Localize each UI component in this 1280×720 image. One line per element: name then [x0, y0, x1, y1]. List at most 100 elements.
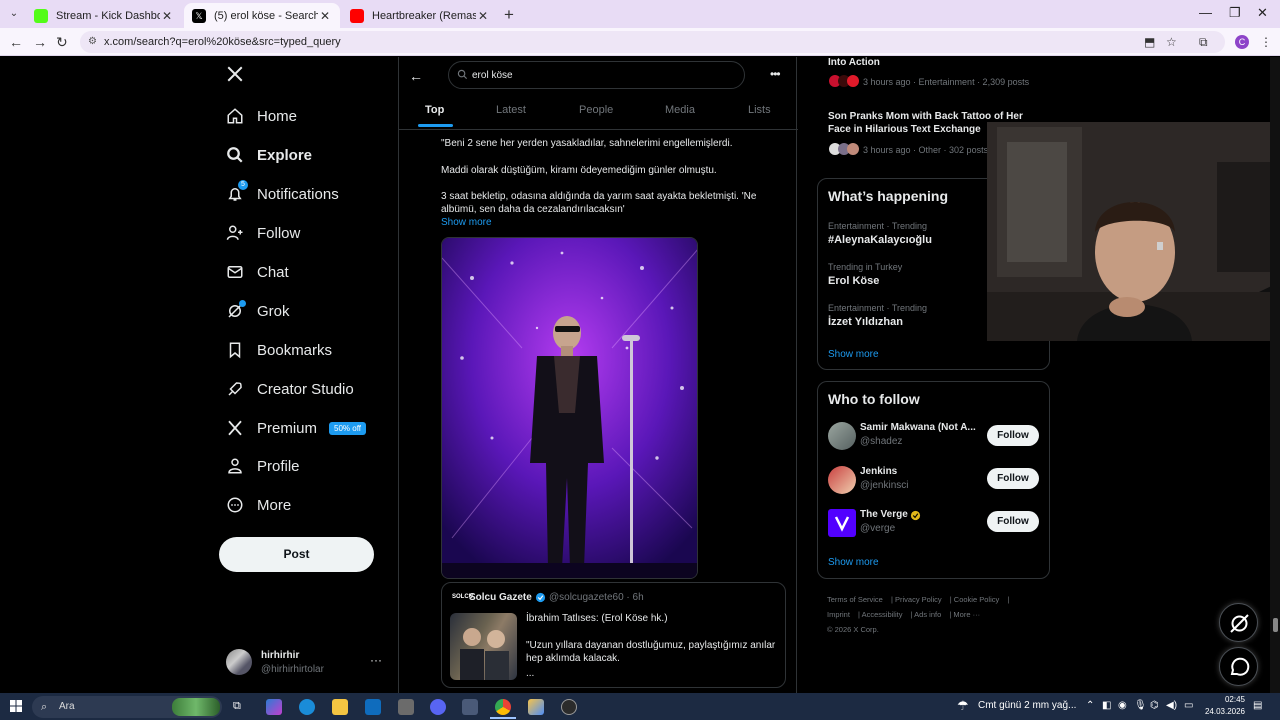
home-icon: [226, 107, 244, 125]
restore-button[interactable]: ❐: [1229, 5, 1241, 21]
post-button[interactable]: Post: [219, 537, 374, 572]
tab-close-icon[interactable]: ✕: [476, 9, 490, 23]
taskbar-search-input[interactable]: ⌕ Ara: [32, 696, 222, 718]
footer-link-ads-info[interactable]: Ads info: [914, 610, 941, 619]
follow-button[interactable]: Follow: [987, 425, 1039, 446]
copilot-app-icon[interactable]: [266, 699, 282, 715]
quote-author-name[interactable]: Solcu Gazete: [469, 592, 532, 603]
footer-link-more[interactable]: More ···: [953, 610, 980, 619]
bookmark-star-icon[interactable]: ☆: [1166, 35, 1177, 49]
sidebar-item-grok[interactable]: Grok: [226, 298, 290, 324]
reload-button[interactable]: ↻: [56, 34, 68, 51]
volume-icon[interactable]: ◀): [1166, 700, 1177, 711]
address-bar[interactable]: ⚙ x.com/search?q=erol%20köse&src=typed_q…: [80, 31, 1225, 53]
follow-button[interactable]: Follow: [987, 511, 1039, 532]
notification-center-icon[interactable]: ▤: [1253, 700, 1262, 711]
tray-chevron-icon[interactable]: ⌃: [1086, 700, 1094, 711]
footer-link-privacy[interactable]: Privacy Policy: [895, 595, 942, 604]
browser-menu-icon[interactable]: ⋮: [1260, 35, 1272, 49]
avatar[interactable]: [828, 422, 856, 450]
task-view-icon[interactable]: ⧉: [233, 700, 241, 713]
trend-name[interactable]: İzzet Yıldızhan: [828, 316, 903, 328]
tweet-photo[interactable]: [441, 237, 698, 579]
chrome-app-icon[interactable]: [495, 699, 511, 715]
minimize-button[interactable]: —: [1199, 5, 1212, 20]
follow-button[interactable]: Follow: [987, 468, 1039, 489]
back-button[interactable]: ←: [9, 34, 23, 50]
tray-app-icon[interactable]: ◧: [1102, 700, 1111, 711]
tray-app-icon[interactable]: ◉: [1118, 700, 1127, 711]
file-explorer-app-icon[interactable]: [332, 699, 348, 715]
sidebar-item-home[interactable]: Home: [226, 103, 297, 129]
sidebar-item-bookmarks[interactable]: Bookmarks: [226, 337, 332, 363]
sidebar-item-follow[interactable]: Follow: [226, 220, 300, 246]
weather-text[interactable]: Cmt günü 2 mm yağ...: [978, 700, 1076, 711]
page-scrollbar[interactable]: [1270, 57, 1280, 693]
sidebar-item-premium[interactable]: Premium 50% off: [226, 415, 366, 441]
sidebar-item-profile[interactable]: Profile: [226, 453, 300, 479]
trend-name[interactable]: Erol Köse: [828, 275, 879, 287]
show-more-link[interactable]: Show more: [441, 217, 492, 228]
news-title[interactable]: Into Action: [828, 57, 1038, 69]
discord-app-icon[interactable]: [430, 699, 446, 715]
verge-avatar[interactable]: [828, 509, 856, 537]
x-logo-icon[interactable]: [226, 65, 244, 83]
browser-profile-avatar[interactable]: C: [1235, 35, 1249, 49]
sidebar-item-explore[interactable]: Explore: [226, 142, 312, 168]
windows-start-icon[interactable]: [10, 700, 22, 712]
browser-tab-youtube[interactable]: Heartbreaker (Remastered) - Yo ✕: [342, 3, 498, 28]
tab-search-chevron-icon[interactable]: ⌄: [6, 6, 22, 22]
edge-app-icon[interactable]: [299, 699, 315, 715]
grok-floating-button[interactable]: [1219, 603, 1258, 642]
footer-link-terms[interactable]: Terms of Service: [827, 595, 883, 604]
tab-close-icon[interactable]: ✕: [160, 9, 174, 23]
store-app-icon[interactable]: [398, 699, 414, 715]
back-arrow-icon[interactable]: ←: [409, 68, 423, 84]
microphone-icon[interactable]: 🎙: [1134, 700, 1147, 711]
tab-top[interactable]: Top: [425, 104, 444, 116]
tab-close-icon[interactable]: ✕: [318, 9, 332, 23]
install-app-icon[interactable]: ⬒: [1144, 35, 1155, 49]
network-icon[interactable]: ⌬: [1150, 700, 1159, 711]
settings-app-icon[interactable]: [462, 699, 478, 715]
footer-link-accessibility[interactable]: Accessibility: [862, 610, 903, 619]
outlook-app-icon[interactable]: [365, 699, 381, 715]
close-window-button[interactable]: ✕: [1257, 5, 1268, 21]
tab-latest[interactable]: Latest: [496, 104, 526, 116]
taskbar-clock[interactable]: 02:45 24.03.2026: [1199, 694, 1245, 718]
sidebar-item-notifications[interactable]: 5 Notifications: [226, 180, 339, 207]
sidebar-item-label: Home: [257, 107, 298, 125]
messages-floating-button[interactable]: [1219, 647, 1258, 686]
sidebar-item-more[interactable]: More: [226, 492, 291, 518]
tab-media[interactable]: Media: [665, 104, 695, 116]
browser-tab-x-search[interactable]: 𝕏 (5) erol köse - Search / X ✕: [184, 3, 340, 28]
tab-people[interactable]: People: [579, 104, 613, 116]
tab-lists[interactable]: Lists: [748, 104, 771, 116]
sidebar-item-chat[interactable]: Chat: [226, 259, 289, 285]
footer-link-imprint[interactable]: Imprint: [827, 610, 850, 619]
browser-tab-kick[interactable]: Stream - Kick Dashboard ✕: [26, 3, 182, 28]
footer-link-cookies[interactable]: Cookie Policy: [954, 595, 999, 604]
quoted-tweet[interactable]: SOLCU Solcu Gazete @solcugazete60 · 6h İ…: [441, 582, 786, 688]
follow-suggestion-name[interactable]: Jenkins: [860, 466, 980, 477]
quote-text: "Uzun yıllara dayanan dostluğumuz, payla…: [526, 640, 776, 664]
scroll-thumb[interactable]: [1273, 618, 1278, 632]
follow-suggestion-name[interactable]: Samir Makwana (Not A...: [860, 422, 980, 433]
new-tab-button[interactable]: +: [504, 5, 514, 25]
app-icon[interactable]: [528, 699, 544, 715]
site-info-icon[interactable]: ⚙: [88, 31, 97, 53]
battery-icon[interactable]: ▭: [1184, 700, 1193, 711]
account-more-icon[interactable]: ···: [370, 653, 382, 667]
extensions-icon[interactable]: ⧉: [1199, 35, 1208, 50]
search-input[interactable]: erol köse: [448, 61, 745, 89]
search-options-icon[interactable]: •••: [770, 67, 781, 81]
avatar[interactable]: [828, 466, 856, 494]
obs-app-icon[interactable]: [561, 699, 577, 715]
sidebar-item-creator-studio[interactable]: Creator Studio: [226, 376, 354, 402]
trend-name[interactable]: #AleynaKalaycıoğlu: [828, 234, 932, 246]
account-switcher[interactable]: hirhirhir @hirhirhirtolar ···: [226, 647, 386, 683]
quote-thumbnail-image[interactable]: [450, 613, 517, 680]
show-more-link[interactable]: Show more: [828, 557, 879, 568]
forward-button[interactable]: →: [33, 34, 47, 50]
show-more-link[interactable]: Show more: [828, 349, 879, 360]
